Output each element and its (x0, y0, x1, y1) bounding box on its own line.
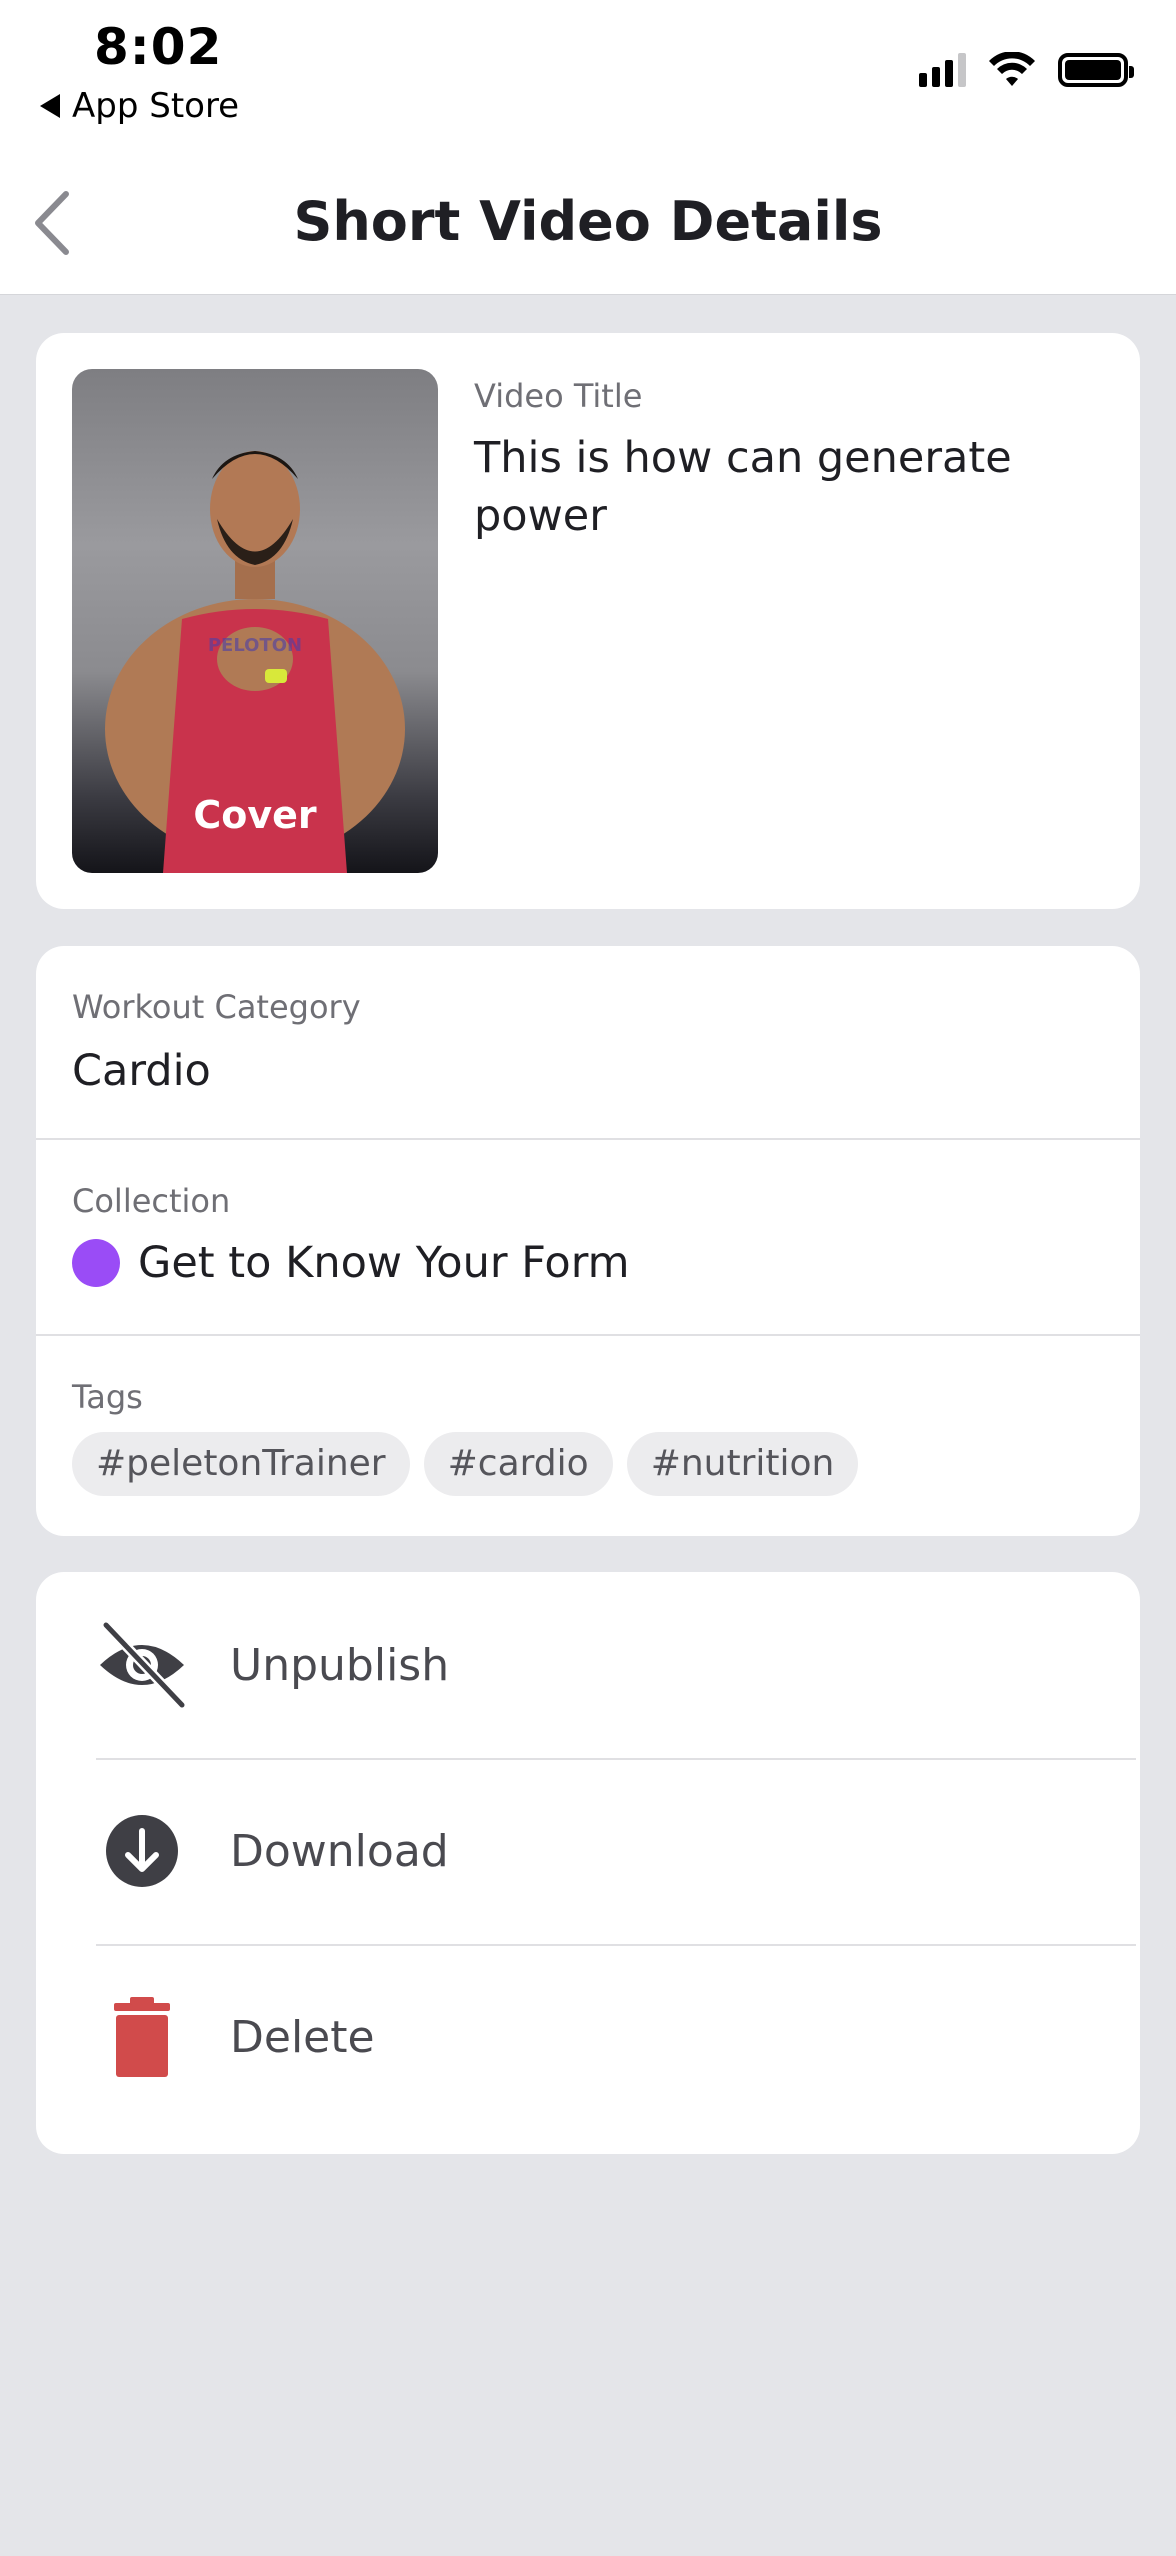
status-bar: 8:02 App Store (0, 0, 1176, 150)
status-time: 8:02 (94, 18, 223, 76)
tag-chip[interactable]: #cardio (423, 1432, 613, 1496)
workout-category-row[interactable]: Workout Category Cardio (36, 946, 1140, 1140)
back-app-label: App Store (72, 86, 240, 126)
workout-category-value: Cardio (72, 1046, 211, 1096)
back-triangle-icon (40, 94, 60, 118)
trash-icon (96, 1991, 188, 2083)
actions-card: Unpublish Download Delete (36, 1572, 1140, 2154)
tags-list: #peletonTrainer #cardio #nutrition (72, 1432, 859, 1496)
download-circle-icon (96, 1805, 188, 1897)
video-title-label: Video Title (474, 377, 643, 415)
video-card: PELOTON Cover Video Title This is how ca… (36, 333, 1140, 909)
tags-label: Tags (72, 1378, 143, 1416)
battery-icon (1058, 53, 1134, 87)
collection-row[interactable]: Collection Get to Know Your Form (36, 1140, 1140, 1336)
nav-bar: Short Video Details (0, 150, 1176, 295)
tag-chip[interactable]: #nutrition (626, 1432, 859, 1496)
svg-text:PELOTON: PELOTON (208, 635, 302, 656)
download-button[interactable]: Download (96, 1758, 1136, 1946)
delete-label: Delete (230, 2011, 375, 2063)
workout-category-label: Workout Category (72, 988, 361, 1026)
collection-value: Get to Know Your Form (138, 1238, 630, 1288)
cellular-signal-icon (919, 53, 966, 87)
video-cover[interactable]: PELOTON Cover (72, 369, 438, 873)
tag-chip[interactable]: #peletonTrainer (72, 1432, 410, 1496)
back-to-app-store[interactable]: App Store (40, 86, 239, 126)
download-label: Download (230, 1825, 449, 1877)
collection-color-dot (72, 1239, 120, 1287)
eye-slash-icon (96, 1619, 188, 1711)
details-card: Workout Category Cardio Collection Get t… (36, 946, 1140, 1536)
delete-button[interactable]: Delete (96, 1944, 1136, 2130)
wifi-icon (989, 52, 1035, 86)
status-icons (919, 52, 1134, 88)
cover-label: Cover (193, 793, 317, 837)
screen: 8:02 App Store Short Video Details PELOT… (0, 0, 1176, 2556)
page-title: Short Video Details (293, 190, 883, 253)
unpublish-label: Unpublish (230, 1639, 450, 1691)
unpublish-button[interactable]: Unpublish (96, 1572, 1136, 1760)
video-title: This is how can generate power (474, 433, 1012, 541)
collection-label: Collection (72, 1182, 231, 1220)
